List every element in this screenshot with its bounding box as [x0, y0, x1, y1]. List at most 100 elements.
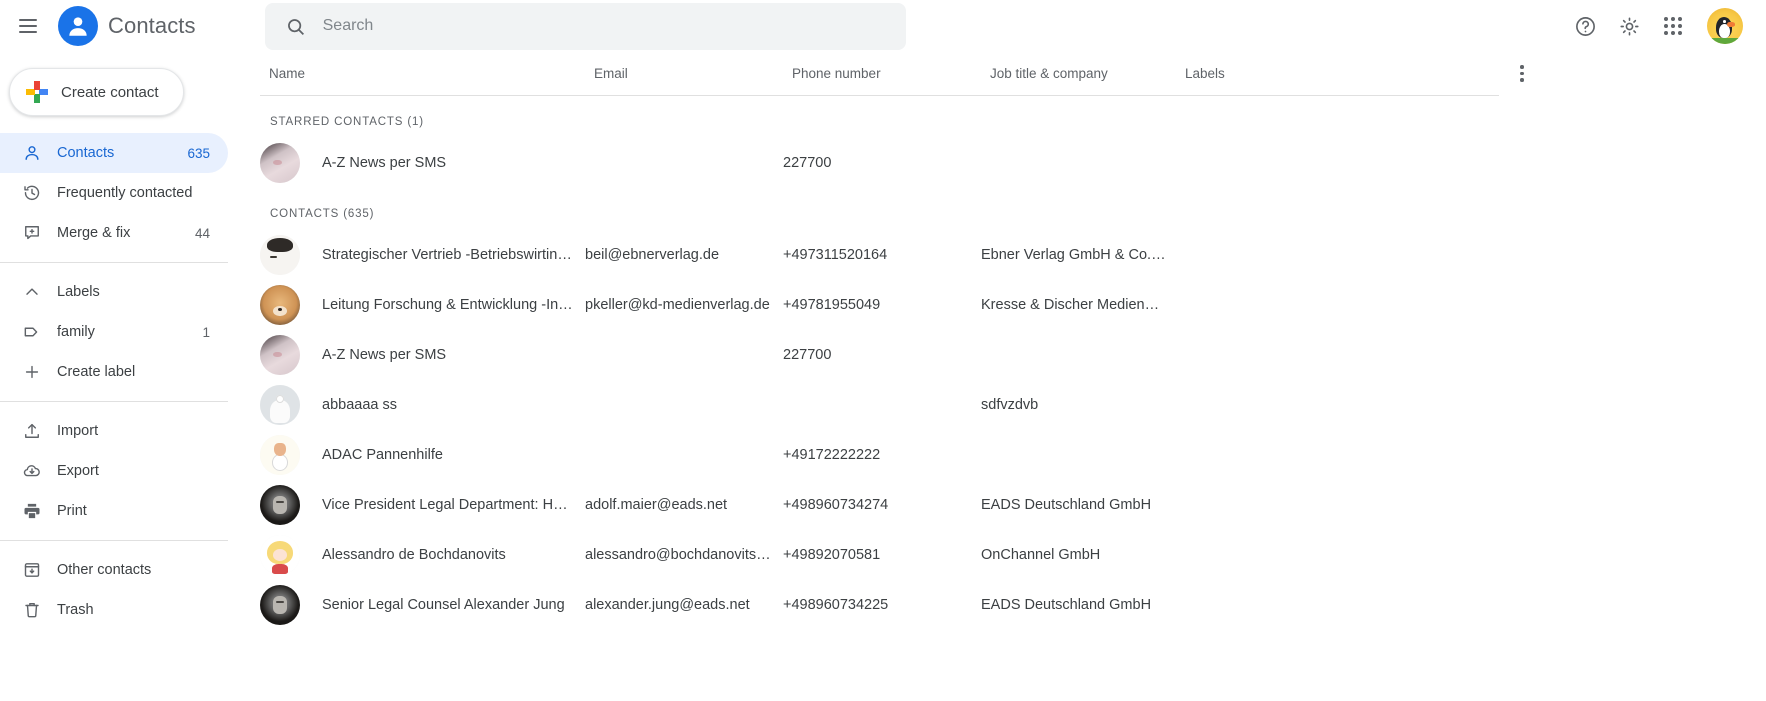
contacts-main: Name Email Phone number Job title & comp… — [251, 52, 1766, 701]
cell-name: Senior Legal Counsel Alexander Jung — [322, 597, 585, 613]
cell-job: EADS Deutschland GmbH — [981, 597, 1176, 613]
cell-phone: +49781955049 — [783, 297, 981, 313]
other-contacts-icon — [21, 559, 43, 581]
sidebar-item-import-label: Import — [57, 423, 210, 439]
history-icon — [21, 182, 43, 204]
table-row[interactable]: Strategischer Vertrieb -Betriebswirtin K… — [251, 230, 1766, 280]
nav-labels: Labels family 1 Create label — [0, 272, 251, 392]
cell-name: Vice President Legal Department: Head of… — [322, 497, 585, 513]
page-title: Contacts — [108, 13, 196, 39]
person-icon — [21, 142, 43, 164]
sidebar-item-import[interactable]: Import — [0, 411, 228, 451]
group-title-starred: STARRED CONTACTS (1) — [251, 96, 1766, 138]
sidebar-item-label-family-label: family — [57, 324, 194, 340]
sidebar-item-label-family[interactable]: family 1 — [0, 312, 228, 352]
create-contact-button[interactable]: Create contact — [9, 68, 184, 116]
sidebar-item-contacts-label: Contacts — [57, 145, 179, 161]
label-icon — [21, 321, 43, 343]
cell-email: pkeller@kd-medienverlag.de — [585, 297, 783, 313]
cell-name: Alessandro de Bochdanovits — [322, 547, 585, 563]
avatar — [260, 585, 300, 625]
column-header-job[interactable]: Job title & company — [990, 66, 1185, 81]
account-avatar[interactable] — [1702, 3, 1748, 49]
help-icon[interactable] — [1564, 5, 1606, 47]
cell-job: sdfvzdvb — [981, 397, 1176, 413]
sidebar-item-contacts[interactable]: Contacts 635 — [0, 133, 228, 173]
table-row[interactable]: abbaaaa ss sdfvzdvb — [251, 380, 1766, 430]
avatar — [260, 385, 300, 425]
avatar — [260, 435, 300, 475]
avatar — [260, 285, 300, 325]
column-header-name[interactable]: Name — [260, 66, 594, 81]
cell-phone: +498960734274 — [783, 497, 981, 513]
sidebar-item-other-contacts[interactable]: Other contacts — [0, 550, 228, 590]
sidebar-item-print-label: Print — [57, 503, 210, 519]
sidebar-item-trash[interactable]: Trash — [0, 590, 228, 630]
cell-phone: 227700 — [783, 155, 981, 171]
export-icon — [21, 460, 43, 482]
search-area — [265, 3, 906, 50]
more-options-icon[interactable] — [1505, 57, 1539, 91]
avatar — [260, 335, 300, 375]
cell-phone: +49892070581 — [783, 547, 981, 563]
sidebar-item-other-contacts-label: Other contacts — [57, 562, 210, 578]
plus-icon — [26, 81, 48, 103]
sidebar-divider-3 — [0, 540, 228, 541]
sidebar-item-export-label: Export — [57, 463, 210, 479]
table-header: Name Email Phone number Job title & comp… — [260, 52, 1499, 96]
search-box[interactable] — [265, 3, 906, 50]
cell-job: Kresse & Discher Medienverlag — [981, 297, 1176, 313]
nav-other: Other contacts Trash — [0, 550, 251, 630]
plus-icon — [21, 361, 43, 383]
sidebar-item-merge-and-fix-count: 44 — [195, 226, 210, 241]
sidebar-item-frequently-contacted[interactable]: Frequently contacted — [0, 173, 228, 213]
cell-name: ADAC Pannenhilfe — [322, 447, 585, 463]
cell-name: A-Z News per SMS — [322, 155, 585, 171]
sidebar-divider-1 — [0, 262, 228, 263]
labels-collapse-toggle[interactable]: Labels — [0, 272, 228, 312]
table-row[interactable]: ADAC Pannenhilfe +49172222222 — [251, 430, 1766, 480]
search-input[interactable] — [313, 17, 898, 35]
cell-job: Ebner Verlag GmbH & Co. KG — [981, 247, 1176, 263]
nav-tools: Import Export Print — [0, 411, 251, 531]
merge-icon — [21, 222, 43, 244]
sidebar-item-merge-and-fix-label: Merge & fix — [57, 225, 187, 241]
column-header-labels[interactable]: Labels — [1185, 66, 1499, 81]
app-body: Create contact Contacts 635 Frequently c… — [0, 52, 1766, 701]
sidebar-item-frequently-contacted-label: Frequently contacted — [57, 185, 202, 201]
column-header-phone[interactable]: Phone number — [792, 66, 990, 81]
brand-logo[interactable]: Contacts — [58, 6, 196, 46]
create-contact-label: Create contact — [61, 84, 159, 101]
nav-primary: Contacts 635 Frequently contacted Merge … — [0, 133, 251, 253]
table-row[interactable]: Leitung Forschung & Entwicklung -Ing. Pe… — [251, 280, 1766, 330]
column-header-email[interactable]: Email — [594, 66, 792, 81]
apps-grid — [1664, 17, 1682, 35]
cell-email: beil@ebnerverlag.de — [585, 247, 783, 263]
settings-gear-icon[interactable] — [1608, 5, 1650, 47]
table-row[interactable]: A-Z News per SMS 227700 — [251, 330, 1766, 380]
sidebar-item-trash-label: Trash — [57, 602, 210, 618]
sidebar-item-merge-and-fix[interactable]: Merge & fix 44 — [0, 213, 228, 253]
sidebar-divider-2 — [0, 401, 228, 402]
table-row[interactable]: Senior Legal Counsel Alexander Jung alex… — [251, 580, 1766, 630]
create-label-button[interactable]: Create label — [0, 352, 228, 392]
cell-name: A-Z News per SMS — [322, 347, 585, 363]
table-row[interactable]: A-Z News per SMS 227700 — [251, 138, 1766, 188]
search-icon[interactable] — [279, 9, 313, 43]
table-row[interactable]: Vice President Legal Department: Head of… — [251, 480, 1766, 530]
sidebar-item-export[interactable]: Export — [0, 451, 228, 491]
contacts-list: STARRED CONTACTS (1) A-Z News per SMS 22… — [251, 96, 1766, 701]
sidebar-item-contacts-count: 635 — [187, 146, 210, 161]
import-icon — [21, 420, 43, 442]
sidebar-item-label-family-count: 1 — [202, 325, 210, 340]
cell-phone: +497311520164 — [783, 247, 981, 263]
cell-name: abbaaaa ss — [322, 397, 585, 413]
cell-name: Strategischer Vertrieb -Betriebswirtin K… — [322, 247, 585, 263]
table-row[interactable]: Alessandro de Bochdanovits alessandro@bo… — [251, 530, 1766, 580]
avatar — [260, 143, 300, 183]
google-apps-icon[interactable] — [1652, 5, 1694, 47]
sidebar-item-print[interactable]: Print — [0, 491, 228, 531]
cell-email: alessandro@bochdanovits.de — [585, 547, 783, 563]
main-menu-icon[interactable] — [4, 2, 52, 50]
print-icon — [21, 500, 43, 522]
